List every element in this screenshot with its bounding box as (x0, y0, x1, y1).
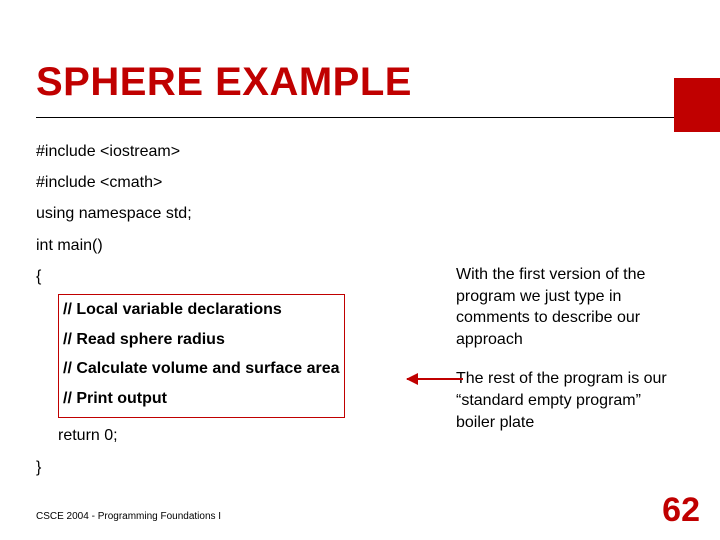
highlighted-comments: // Local variable declarations // Read s… (58, 294, 345, 418)
code-comment: // Read sphere radius (63, 325, 340, 355)
code-column: #include <iostream> #include <cmath> usi… (36, 136, 436, 483)
page-number: 62 (662, 491, 700, 530)
code-line: return 0; (58, 420, 436, 451)
code-line: #include <iostream> (36, 136, 436, 167)
code-comment: // Calculate volume and surface area (63, 354, 340, 384)
comment-block: // Local variable declarations // Read s… (58, 292, 436, 452)
content-columns: #include <iostream> #include <cmath> usi… (0, 136, 720, 483)
code-line: using namespace std; (36, 198, 436, 229)
code-comment: // Print output (63, 384, 340, 414)
note-paragraph: With the first version of the program we… (456, 264, 684, 350)
notes-column: With the first version of the program we… (436, 136, 684, 483)
title-area: SPHERE EXAMPLE (0, 0, 720, 118)
arrow-icon (407, 378, 463, 380)
note-paragraph: The rest of the program is our “standard… (456, 368, 684, 433)
code-line: } (36, 452, 436, 483)
accent-bar (674, 78, 720, 132)
code-comment: // Local variable declarations (63, 295, 340, 325)
footer-text: CSCE 2004 - Programming Foundations I (36, 511, 221, 522)
slide-title: SPHERE EXAMPLE (36, 60, 684, 118)
code-line: { (36, 261, 436, 292)
code-line: #include <cmath> (36, 167, 436, 198)
code-line: int main() (36, 230, 436, 261)
